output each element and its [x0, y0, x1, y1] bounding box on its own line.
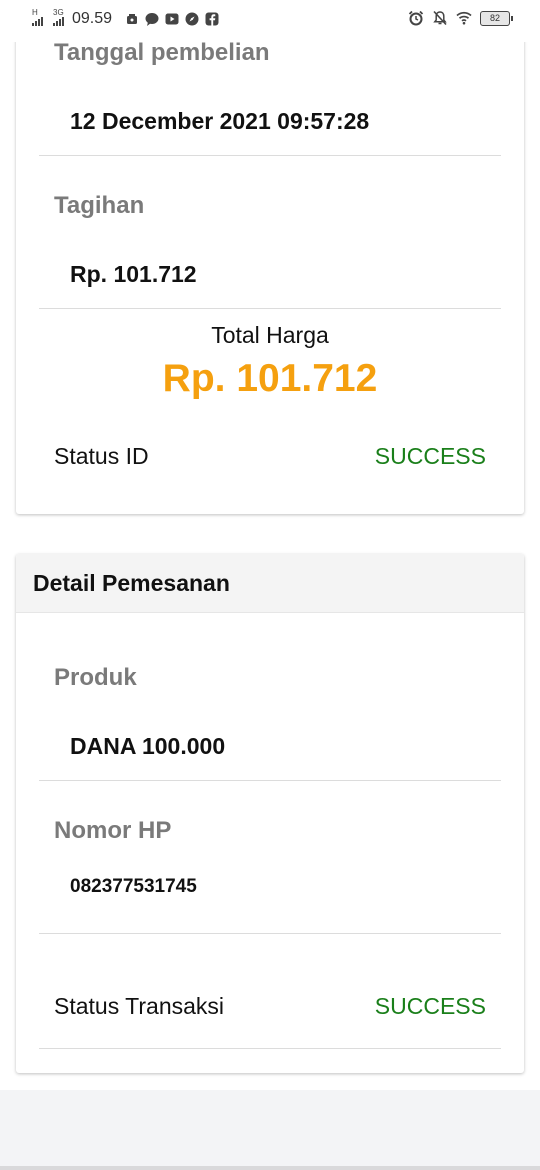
order-detail-title: Detail Pemesanan	[16, 554, 524, 613]
facebook-icon	[204, 11, 220, 27]
purchase-date-label: Tanggal pembelian	[54, 39, 270, 66]
youtube-icon	[164, 11, 180, 27]
notification-icon	[124, 11, 140, 27]
divider	[39, 1048, 501, 1049]
compass-icon	[184, 11, 200, 27]
alarm-icon	[408, 10, 424, 26]
divider	[39, 933, 501, 934]
payment-summary-card: Tanggal pembelian 12 December 2021 09:57…	[16, 0, 524, 514]
network-type-h: H	[32, 8, 38, 17]
battery-icon: 82	[480, 10, 513, 26]
transaction-status-row: Status Transaksi SUCCESS	[54, 993, 486, 1020]
status-id-label: Status ID	[54, 443, 149, 469]
bill-value: Rp. 101.712	[70, 261, 197, 287]
bottom-background	[0, 1090, 540, 1170]
transaction-status-value: SUCCESS	[374, 993, 486, 1019]
purchase-date-value: 12 December 2021 09:57:28	[70, 108, 370, 134]
wifi-icon	[456, 10, 472, 26]
total-price-label: Total Harga	[211, 322, 329, 348]
status-id-row: Status ID SUCCESS	[54, 443, 486, 470]
product-label: Produk	[54, 664, 137, 691]
cell-signal-icon-2: 3G	[53, 8, 64, 26]
clock: 09.59	[72, 10, 113, 27]
network-type-3g: 3G	[53, 8, 64, 17]
cell-signal-icon: H	[32, 8, 43, 26]
mute-icon	[432, 10, 448, 26]
chat-icon	[144, 11, 160, 27]
total-price-value: Rp. 101.712	[162, 357, 378, 400]
product-value: DANA 100.000	[70, 733, 226, 759]
status-bar-left: H 3G 09.59	[32, 8, 220, 28]
phone-value: 082377531745	[70, 876, 197, 897]
bottom-divider	[0, 1166, 540, 1170]
status-id-value: SUCCESS	[374, 443, 486, 469]
bill-label: Tagihan	[54, 192, 145, 219]
divider	[39, 308, 501, 309]
divider	[39, 155, 501, 156]
transaction-status-label: Status Transaksi	[54, 993, 225, 1019]
phone-label: Nomor HP	[54, 817, 172, 844]
status-bar: H 3G 09.59 82	[0, 0, 540, 42]
divider	[39, 780, 501, 781]
status-bar-right: 82	[408, 10, 513, 26]
order-detail-card: Detail Pemesanan Produk DANA 100.000 Nom…	[16, 554, 524, 1073]
